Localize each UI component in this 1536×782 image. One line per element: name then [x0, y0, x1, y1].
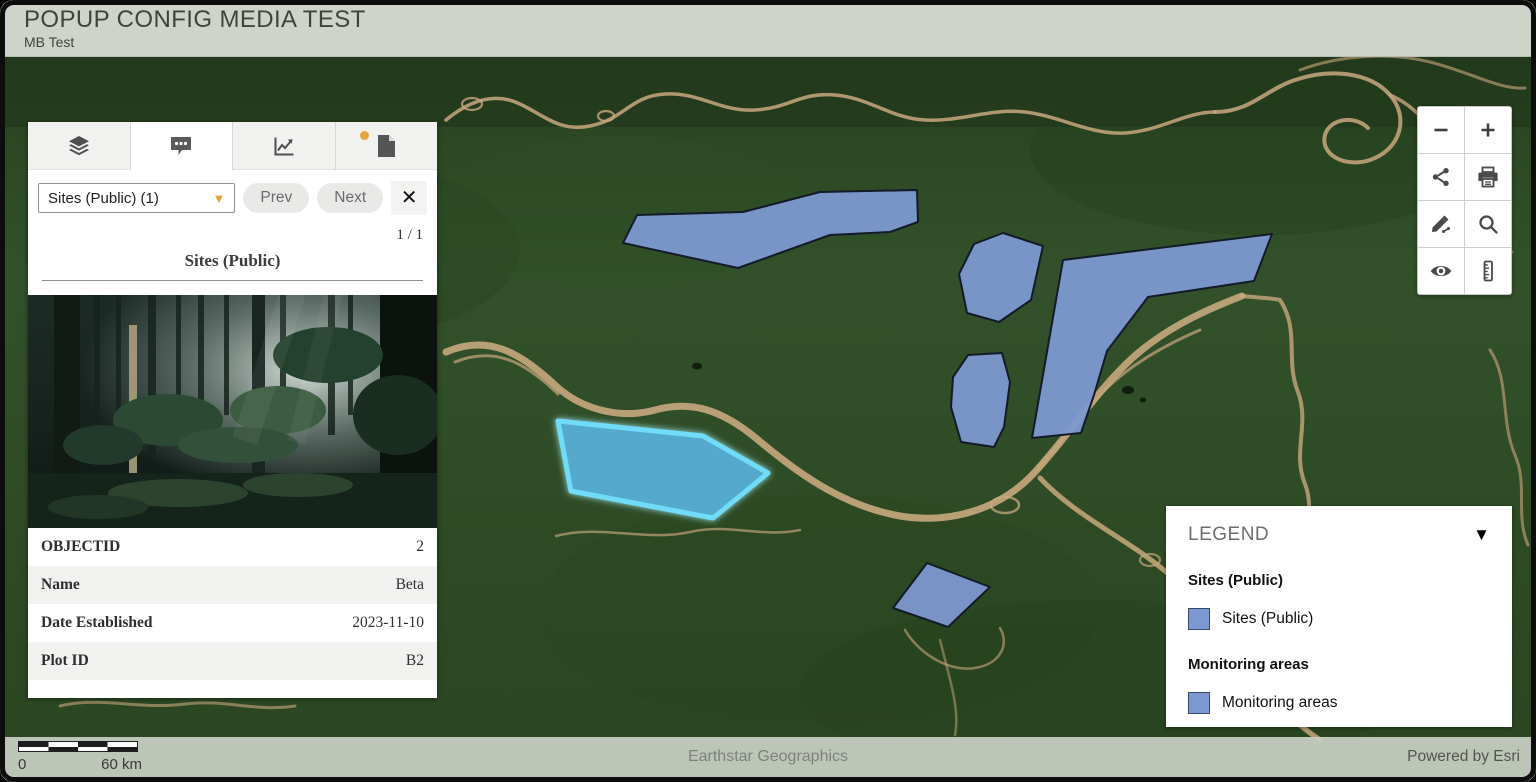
- page-subtitle: MB Test: [24, 34, 75, 50]
- popup-controls: Sites (Public) (1) ▼ Prev Next ✕: [28, 170, 437, 219]
- legend-item-label: Monitoring areas: [1222, 694, 1338, 711]
- monitoring-area-polygon[interactable]: [950, 352, 1011, 448]
- prev-button[interactable]: Prev: [243, 183, 310, 213]
- plus-icon: [1481, 123, 1495, 137]
- minus-icon: [1434, 128, 1448, 132]
- table-row: OBJECTID 2: [28, 528, 437, 566]
- popup-tab-bar: [28, 122, 437, 170]
- app-window: POPUP CONFIG MEDIA TEST MB Test Sites (P…: [0, 0, 1536, 782]
- attribute-label: Plot ID: [41, 652, 89, 669]
- share-icon: [1432, 168, 1449, 186]
- eye-icon: [1430, 265, 1452, 277]
- comment-icon: [171, 137, 192, 155]
- table-row-clipped: [28, 680, 437, 698]
- tab-chart[interactable]: [233, 122, 336, 170]
- attribute-table: OBJECTID 2 Name Beta Date Established 20…: [28, 528, 437, 698]
- table-row: Name Beta: [28, 566, 437, 604]
- layer-select-value: Sites (Public) (1): [48, 189, 159, 207]
- popup-panel: Sites (Public) (1) ▼ Prev Next ✕ 1 / 1 S…: [28, 122, 437, 698]
- forest-photo-art: [28, 295, 437, 528]
- attribute-label: OBJECTID: [41, 538, 121, 555]
- notification-dot: [360, 131, 370, 140]
- sketch-icon: [1432, 215, 1450, 233]
- attribute-value: 2: [416, 538, 424, 555]
- legend-swatch: [1188, 608, 1210, 630]
- layer-select[interactable]: Sites (Public) (1) ▼: [38, 183, 236, 213]
- table-row: Date Established 2023-11-10: [28, 604, 437, 642]
- feature-title: Sites (Public): [184, 251, 281, 270]
- tab-layers[interactable]: [28, 122, 131, 170]
- chevron-down-icon: ▼: [1473, 525, 1490, 544]
- map-toolbar: [1417, 106, 1512, 295]
- legend-item: Monitoring areas: [1188, 692, 1490, 714]
- legend-swatch: [1188, 692, 1210, 714]
- print-button[interactable]: [1465, 154, 1511, 200]
- visibility-button[interactable]: [1418, 248, 1464, 294]
- share-button[interactable]: [1418, 154, 1464, 200]
- table-row: Plot ID B2: [28, 642, 437, 680]
- print-icon: [1478, 166, 1498, 188]
- attribute-value: 2023-11-10: [352, 614, 424, 631]
- chart-icon: [274, 137, 294, 155]
- zoom-in-button[interactable]: [1465, 107, 1511, 153]
- tab-attachments[interactable]: [335, 122, 437, 170]
- app-header: POPUP CONFIG MEDIA TEST MB Test: [0, 0, 1536, 57]
- powered-by-text: Powered by Esri: [1407, 748, 1520, 765]
- zoom-out-button[interactable]: [1418, 107, 1464, 153]
- statusbar: 0 60 km Earthstar Geographics Powered by…: [0, 737, 1536, 782]
- legend-panel: LEGEND ▼ Sites (Public) Sites (Public) M…: [1166, 506, 1512, 727]
- search-button[interactable]: [1465, 201, 1511, 247]
- title-divider: [42, 280, 423, 281]
- close-icon: ✕: [400, 187, 418, 209]
- document-icon: [378, 134, 396, 157]
- sketch-button[interactable]: [1418, 201, 1464, 247]
- next-button[interactable]: Next: [317, 183, 384, 213]
- legend-group-heading: Monitoring areas: [1188, 656, 1309, 673]
- ruler-icon: [1483, 260, 1493, 282]
- pagination-label: 1 / 1: [396, 227, 423, 243]
- search-icon: [1479, 215, 1498, 234]
- legend-item-label: Sites (Public): [1222, 610, 1314, 627]
- close-button[interactable]: ✕: [391, 181, 427, 215]
- attribute-value: B2: [405, 652, 424, 669]
- attribute-label: Date Established: [41, 614, 153, 631]
- legend-title: LEGEND: [1188, 524, 1270, 545]
- attribute-value: Beta: [395, 576, 424, 593]
- attribution-text: Earthstar Geographics: [687, 748, 849, 765]
- legend-item: Sites (Public): [1188, 608, 1490, 630]
- page-title: POPUP CONFIG MEDIA TEST: [24, 6, 366, 33]
- tab-popup-comments[interactable]: [130, 122, 233, 170]
- measure-button[interactable]: [1465, 248, 1511, 294]
- legend-collapse-button[interactable]: ▼: [1473, 525, 1490, 545]
- layers-icon: [68, 135, 89, 155]
- chevron-down-icon: ▼: [212, 190, 226, 206]
- legend-group-heading: Sites (Public): [1188, 572, 1284, 589]
- attribute-label: Name: [41, 576, 80, 593]
- feature-photo: [28, 295, 437, 528]
